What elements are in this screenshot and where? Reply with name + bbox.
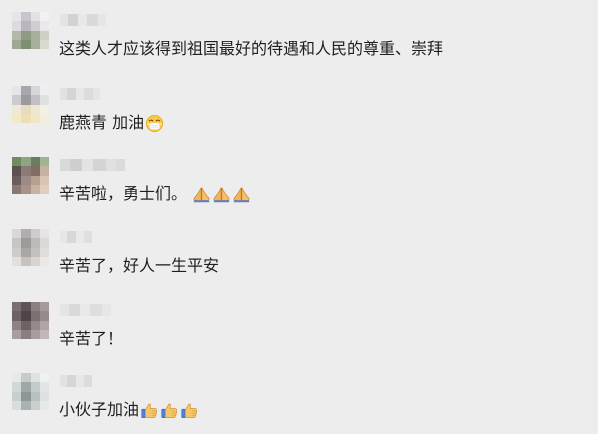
face-with-medical-mask-emoji <box>145 114 164 133</box>
user-avatar[interactable] <box>12 302 49 339</box>
blurred-nickname <box>60 304 111 316</box>
comment-text-content: 辛苦了，好人一生平安 <box>59 256 220 275</box>
folded-hands-emoji <box>232 185 251 204</box>
user-avatar[interactable] <box>12 157 49 194</box>
thumbs-up-emoji <box>180 401 199 420</box>
user-avatar[interactable] <box>12 229 49 266</box>
user-avatar[interactable] <box>12 373 49 410</box>
comment-text: 辛苦了！ <box>59 328 123 350</box>
comment-list: 这类人才应该得到祖国最好的待遇和人民的尊重、崇拜 鹿燕青 加油 辛苦啦，勇士们。 辛苦… <box>0 0 598 434</box>
comment-text-content: 这类人才应该得到祖国最好的待遇和人民的尊重、崇拜 <box>59 39 444 58</box>
comment-text-content: 小伙子加油 <box>59 400 140 419</box>
comment-text: 鹿燕青 加油 <box>59 112 164 134</box>
user-avatar[interactable] <box>12 86 49 123</box>
blurred-nickname <box>60 231 92 243</box>
blurred-nickname <box>60 375 92 387</box>
comment-item: 鹿燕青 加油 <box>0 86 598 144</box>
comment-item: 辛苦了，好人一生平安 <box>0 229 598 287</box>
blurred-nickname <box>60 88 100 100</box>
comment-item: 辛苦啦，勇士们。 <box>0 157 598 215</box>
thumbs-up-emoji <box>160 401 179 420</box>
comment-text-content: 辛苦啦，勇士们。 <box>59 184 188 203</box>
folded-hands-emoji <box>212 185 231 204</box>
comment-text: 小伙子加油 <box>59 399 199 421</box>
comment-item: 小伙子加油 <box>0 373 598 431</box>
comment-item: 这类人才应该得到祖国最好的待遇和人民的尊重、崇拜 <box>0 12 598 70</box>
comment-text: 辛苦了，好人一生平安 <box>59 255 219 277</box>
comment-text-content: 辛苦了！ <box>59 329 124 348</box>
comment-text: 辛苦啦，勇士们。 <box>59 183 251 205</box>
thumbs-up-emoji <box>140 401 159 420</box>
blurred-nickname <box>60 159 125 171</box>
comment-text: 这类人才应该得到祖国最好的待遇和人民的尊重、崇拜 <box>59 38 443 60</box>
folded-hands-emoji <box>192 185 211 204</box>
blurred-nickname <box>60 14 106 26</box>
comment-text-content: 鹿燕青 加油 <box>59 113 145 132</box>
user-avatar[interactable] <box>12 12 49 49</box>
comment-item: 辛苦了！ <box>0 302 598 360</box>
